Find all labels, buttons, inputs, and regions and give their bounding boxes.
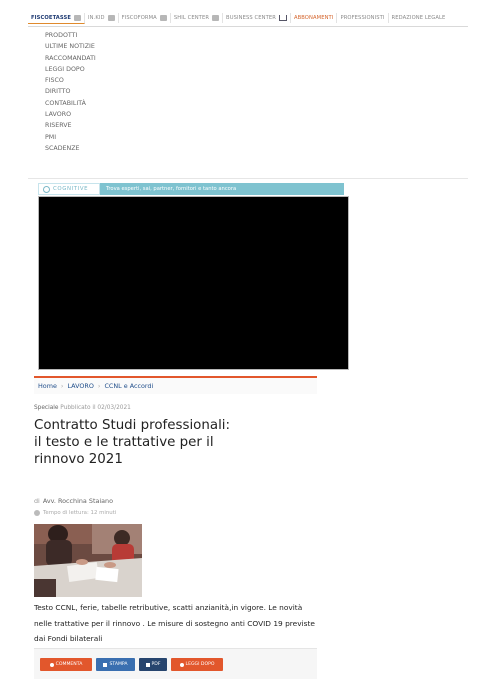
comment-icon: [49, 662, 54, 667]
nav-item-label: BUSINESS CENTER: [226, 15, 276, 21]
nav-item-abbonamenti[interactable]: ABBONAMENTI: [291, 13, 338, 23]
article-author: di Avv. Rocchina Staiano: [34, 497, 113, 505]
menu-item-raccomandati[interactable]: RACCOMANDATI: [45, 53, 105, 64]
nav-item-label: SHIL CENTER: [173, 15, 210, 21]
section-menu: PRODOTTI ULTIME NOTIZIE RACCOMANDATI LEG…: [45, 30, 105, 154]
printer-icon: [103, 662, 108, 667]
nav-item-label: REDAZIONE LEGALE: [391, 15, 446, 21]
breadcrumb-home[interactable]: Home: [38, 382, 57, 390]
pdf-icon: [145, 662, 150, 667]
comment-button[interactable]: COMMENTA: [40, 658, 92, 671]
grid-icon: [212, 15, 220, 21]
nav-item-fiscoforma[interactable]: FISCOFORMA: [119, 13, 171, 23]
print-button[interactable]: STAMPA: [96, 658, 135, 671]
article-title: Contratto Studi professionali: il testo …: [34, 418, 231, 467]
article-category[interactable]: Speciale: [34, 405, 58, 411]
bookmark-icon: [179, 662, 184, 667]
clock-icon: [34, 510, 40, 516]
print-button-label: STAMPA: [109, 662, 128, 667]
nav-item-fiscoetasse[interactable]: FISCOETASSE: [28, 12, 86, 24]
pdf-button[interactable]: PDF: [139, 658, 167, 671]
article-actions: COMMENTA STAMPA PDF LEGGI DOPO: [34, 648, 317, 679]
reading-time-text: Tempo di lettura: 12 minuti: [43, 510, 117, 516]
nav-item-professionisti[interactable]: PROFESSIONISTI: [337, 13, 389, 23]
author-name[interactable]: Avv. Rocchina Staiano: [43, 497, 113, 505]
cognitive-logo: COGNITIVE: [38, 183, 100, 195]
nav-item-inkid[interactable]: IN.KID: [85, 13, 119, 23]
read-later-button-label: LEGGI DOPO: [185, 662, 215, 667]
article-published-date: Pubblicato il 02/03/2021: [60, 405, 131, 411]
breadcrumb: Home › LAVORO › CCNL e Accordi: [34, 378, 317, 394]
breadcrumb-section[interactable]: LAVORO: [67, 382, 93, 390]
grid-icon: [159, 15, 167, 21]
nav-item-label: IN.KID: [88, 15, 105, 21]
cognitive-logo-text: COGNITIVE: [53, 186, 89, 192]
menu-item-prodotti[interactable]: PRODOTTI: [45, 30, 105, 41]
menu-item-ultime-notizie[interactable]: ULTIME NOTIZIE: [45, 41, 105, 52]
top-navigation-bar: FISCOETASSE IN.KID FISCOFORMA SHIL CENTE…: [28, 10, 468, 27]
nav-item-label: PROFESSIONISTI: [340, 15, 385, 21]
menu-item-fisco[interactable]: FISCO: [45, 75, 105, 86]
cognitive-logo-icon: [43, 185, 50, 193]
breadcrumb-separator: ›: [60, 382, 64, 390]
pdf-button-label: PDF: [151, 662, 161, 667]
menu-item-scadenze[interactable]: SCADENZE: [45, 143, 105, 154]
read-later-button[interactable]: LEGGI DOPO: [171, 658, 223, 671]
article-description: Testo CCNL, ferie, tabelle retributive, …: [34, 603, 315, 643]
nav-item-shil-center[interactable]: SHIL CENTER: [171, 13, 224, 23]
nav-item-label: FISCOETASSE: [31, 14, 72, 21]
video-player[interactable]: [38, 196, 349, 370]
divider: [28, 178, 468, 179]
nav-item-label: FISCOFORMA: [121, 15, 157, 21]
cognitive-banner-text: Trova esperti, sai, partner, fornitori e…: [100, 183, 344, 195]
breadcrumb-subsection[interactable]: CCNL e Accordi: [104, 382, 153, 390]
menu-item-pmi[interactable]: PMI: [45, 132, 105, 143]
grid-icon: [107, 15, 115, 21]
article-image: [34, 524, 142, 597]
menu-item-leggi-dopo[interactable]: LEGGI DOPO: [45, 64, 105, 75]
nav-item-redazione-legale[interactable]: REDAZIONE LEGALE: [389, 13, 449, 23]
comment-button-label: COMMENTA: [55, 662, 83, 667]
breadcrumb-separator: ›: [97, 382, 101, 390]
cognitive-banner[interactable]: COGNITIVE Trova esperti, sai, partner, f…: [38, 183, 344, 195]
nav-item-business-center[interactable]: BUSINESS CENTER: [223, 13, 291, 23]
menu-item-riserve[interactable]: RISERVE: [45, 120, 105, 131]
reading-time: Tempo di lettura: 12 minuti: [34, 510, 116, 516]
menu-item-lavoro[interactable]: LAVORO: [45, 109, 105, 120]
menu-item-diritto[interactable]: DIRITTO: [45, 86, 105, 97]
menu-item-contabilita[interactable]: CONTABILITÀ: [45, 98, 105, 109]
nav-item-label: ABBONAMENTI: [293, 15, 334, 21]
cart-icon: [278, 15, 287, 21]
author-prefix: di: [34, 497, 40, 505]
grid-icon: [74, 14, 82, 21]
meeting-photo-icon: [34, 524, 142, 597]
article-meta: Speciale Pubblicato il 02/03/2021: [34, 405, 131, 411]
